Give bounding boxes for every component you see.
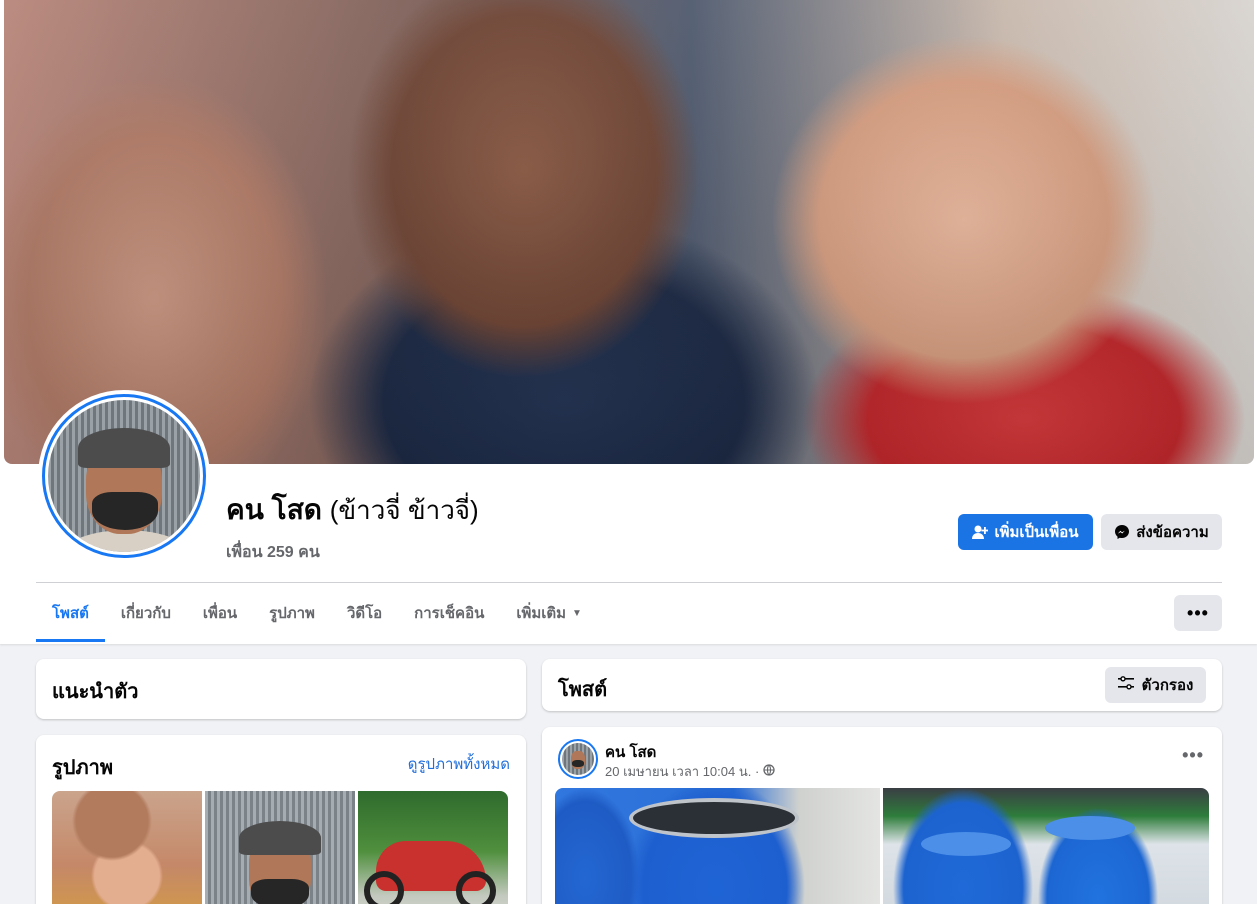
profile-name: คน โสด (ข้าวจี่ ข้าวจี่) <box>226 494 479 525</box>
post-author-avatar[interactable] <box>558 739 598 779</box>
profile-tabs: โพสต์ เกี่ยวกับ เพื่อน รูปภาพ วิดีโอ การ… <box>36 584 598 642</box>
post-card: คน โสด 20 เมษายน เวลา 10:04 น. · ••• <box>542 727 1222 904</box>
post-image[interactable] <box>555 788 880 904</box>
filter-button[interactable]: ตัวกรอง <box>1105 667 1206 703</box>
profile-header: คน โสด (ข้าวจี่ ข้าวจี่) เพื่อน 259 คน เ… <box>0 0 1257 644</box>
header-divider <box>36 582 1222 583</box>
caret-down-icon: ▼ <box>572 607 582 619</box>
alternate-name: (ข้าวจี่ ข้าวจี่) <box>329 495 479 525</box>
photo-thumbnail[interactable] <box>358 791 508 904</box>
tab-friends[interactable]: เพื่อน <box>187 584 253 642</box>
photos-card: รูปภาพ ดูรูปภาพทั้งหมด <box>36 735 526 904</box>
tab-about[interactable]: เกี่ยวกับ <box>105 584 187 642</box>
post-image[interactable] <box>883 788 1209 904</box>
profile-picture[interactable] <box>38 390 210 562</box>
post-meta: 20 เมษายน เวลา 10:04 น. · <box>605 761 775 782</box>
message-button[interactable]: ส่งข้อความ <box>1101 514 1222 550</box>
intro-title: แนะนำตัว <box>52 681 139 703</box>
tab-photos[interactable]: รูปภาพ <box>253 584 331 642</box>
profile-more-options-button[interactable]: ••• <box>1174 595 1222 631</box>
add-friend-icon <box>972 524 989 540</box>
globe-icon <box>763 764 775 779</box>
post-timestamp[interactable]: 20 เมษายน เวลา 10:04 น. · <box>605 761 759 782</box>
tab-checkins[interactable]: การเช็คอิน <box>398 584 500 642</box>
tab-more[interactable]: เพิ่มเติม ▼ <box>500 584 598 642</box>
friends-count[interactable]: เพื่อน 259 คน <box>226 540 479 565</box>
filter-icon <box>1117 676 1134 694</box>
photo-thumbnail[interactable] <box>205 791 355 904</box>
tab-posts[interactable]: โพสต์ <box>36 584 105 642</box>
cover-photo[interactable] <box>4 0 1254 464</box>
ellipsis-icon: ••• <box>1187 602 1209 623</box>
messenger-icon <box>1114 524 1130 540</box>
post-options-button[interactable]: ••• <box>1182 745 1204 766</box>
profile-name-block: คน โสด (ข้าวจี่ ข้าวจี่) เพื่อน 259 คน <box>226 488 479 565</box>
photos-title: รูปภาพ <box>52 757 114 779</box>
photo-thumbnail[interactable] <box>52 791 202 904</box>
posts-title: โพสต์ <box>558 679 608 701</box>
add-friend-button[interactable]: เพิ่มเป็นเพื่อน <box>958 514 1093 550</box>
ellipsis-icon: ••• <box>1182 745 1204 765</box>
intro-card: แนะนำตัว <box>36 659 526 719</box>
posts-header-card: โพสต์ ตัวกรอง <box>542 659 1222 711</box>
see-all-photos-link[interactable]: ดูรูปภาพทั้งหมด <box>408 752 510 776</box>
tab-videos[interactable]: วิดีโอ <box>331 584 398 642</box>
